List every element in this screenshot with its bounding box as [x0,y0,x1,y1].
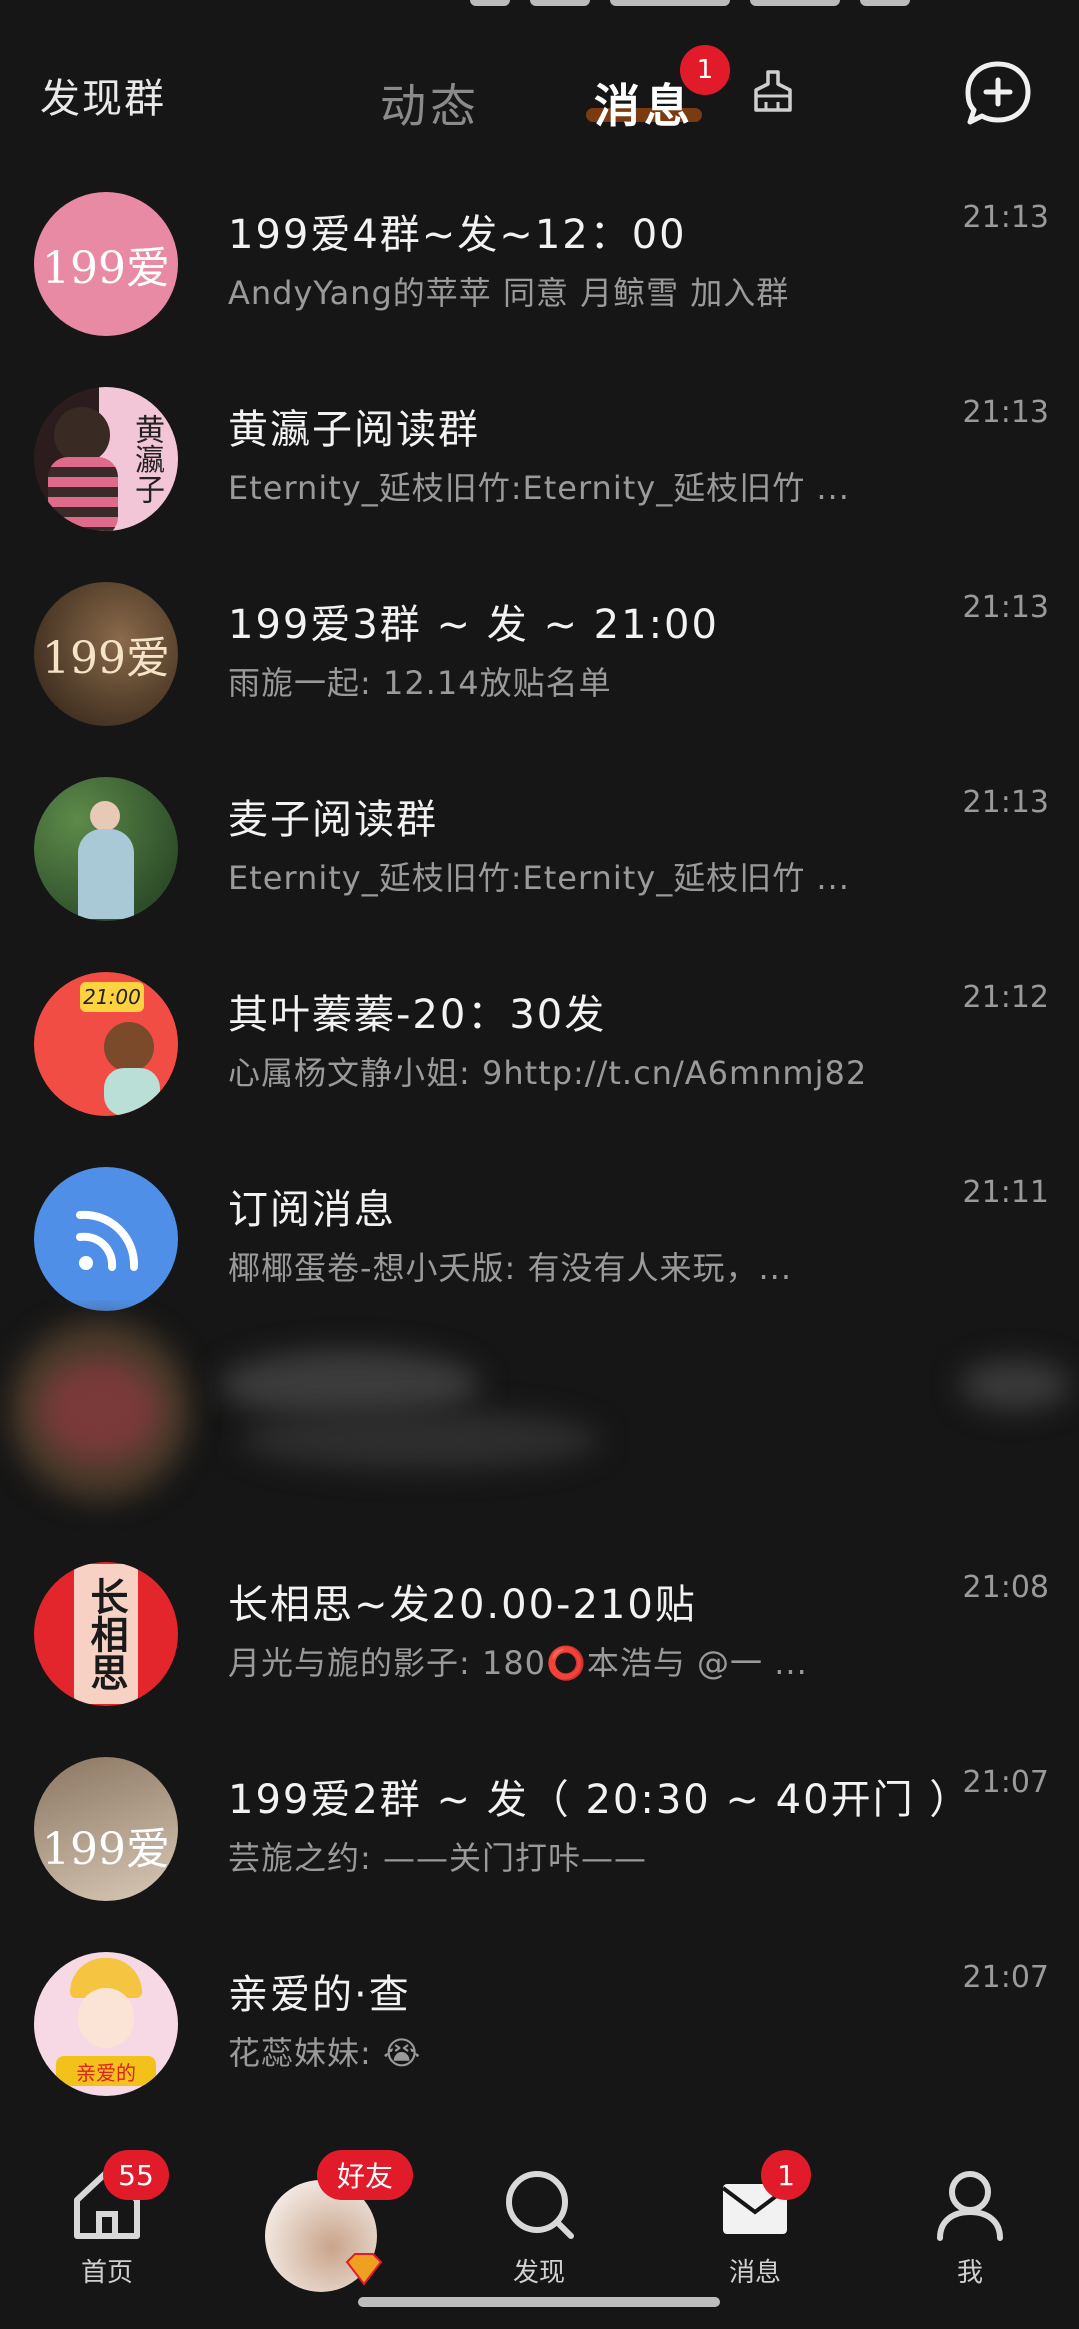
group-avatar: 199爱 [34,192,178,336]
nav-messages[interactable]: 消息 1 [695,2150,815,2290]
conversation-row[interactable]: 199爱 199爱2群 ~ 发（ 20:30 ~ 40开门 ） 芸旎之约: ——… [0,1745,1079,1937]
avatar-text: 199爱 [42,633,170,684]
conversation-row[interactable]: 亲爱的 亲爱的·查 花蕊妹妹: 😭 21:07 [0,1940,1079,2132]
conversation-title: 199爱2群 ~ 发（ 20:30 ~ 40开门 ） [228,1777,972,1823]
conversation-preview: Eternity_延枝旧竹:Eternity_延枝旧竹 ... [228,469,850,507]
conversation-row[interactable]: 长相思 长相思~发20.00-210贴 月光与旎的影子: 180⭕本浩与 @一 … [0,1550,1079,1742]
conversation-title: 199爱4群~发~12：00 [228,212,687,258]
nav-home-label: 首页 [80,2258,133,2288]
conversation-time: 21:07 [962,1765,1049,1800]
conversation-row[interactable]: 199爱 199爱3群 ~ 发 ~ 21:00 雨旎一起: 12.14放贴名单 … [0,570,1079,762]
group-avatar: 21:00 [34,972,178,1116]
tab-messages[interactable]: 消息 [594,70,694,136]
conversation-preview: 花蕊妹妹: 😭 [228,2034,422,2072]
group-avatar [34,777,178,921]
conversation-row[interactable]: 黄瀛子 黄瀛子阅读群 Eternity_延枝旧竹:Eternity_延枝旧竹 .… [0,375,1079,567]
clear-brush-icon[interactable] [750,66,796,118]
discover-group-link[interactable]: 发现群 [40,66,166,124]
avatar-text: 亲爱的 [56,2056,156,2086]
nav-me[interactable]: 我 [910,2150,1030,2290]
conversation-preview: 心属杨文静小姐: 9http://t.cn/A6mnmj82 [228,1054,868,1092]
conversation-time: 21:13 [962,590,1049,625]
nav-home[interactable]: 首页 55 [47,2150,169,2290]
conversation-preview: 月光与旎的影子: 180⭕本浩与 @一 ... [228,1644,808,1682]
diamond-icon [345,2253,383,2286]
group-avatar: 199爱 [34,582,178,726]
conversation-title: 亲爱的·查 [228,1972,411,2018]
avatar-text: 黄瀛子 [129,414,164,504]
group-avatar: 长相思 [34,1562,178,1706]
group-avatar: 黄瀛子 [34,387,178,531]
home-indicator [358,2297,720,2307]
conversation-preview: 芸旎之约: ——关门打咔—— [228,1839,647,1877]
status-bar-remnant [470,0,930,6]
avatar-text: 199爱 [42,1824,170,1875]
conversation-row[interactable]: 21:00 其叶蓁蓁-20：30发 心属杨文静小姐: 9http://t.cn/… [0,960,1079,1152]
user-icon [937,2171,1003,2241]
conversation-time: 21:08 [962,1570,1049,1605]
conversation-title: 麦子阅读群 [228,797,438,843]
conversation-time: 21:07 [962,1960,1049,1995]
messages-badge: 1 [761,2150,811,2200]
obscured-conversation-row [0,1300,1079,1530]
conversation-time: 21:13 [962,785,1049,820]
conversation-title: 长相思~发20.00-210贴 [228,1582,697,1628]
nav-discover-label: 发现 [512,2258,565,2288]
rss-icon [76,1210,139,1271]
conversation-title: 黄瀛子阅读群 [228,407,480,453]
tab-messages-badge: 1 [680,45,730,95]
avatar-text: 长相思 [74,1564,138,1704]
top-bar: 发现群 动态 消息 1 [0,0,1079,175]
avatar-text: 21:00 [80,982,144,1012]
group-avatar: 亲爱的 [34,1952,178,2096]
avatar-text: 199爱 [42,243,170,294]
nav-me-label: 我 [956,2258,983,2288]
conversation-preview: Eternity_延枝旧竹:Eternity_延枝旧竹 ... [228,859,850,897]
conversation-row[interactable]: 麦子阅读群 Eternity_延枝旧竹:Eternity_延枝旧竹 ... 21… [0,765,1079,957]
conversation-preview: AndyYang的苹苹 同意 月鲸雪 加入群 [228,274,790,312]
nav-friends[interactable]: 好友 [265,2150,415,2292]
friends-badge: 好友 [317,2150,413,2200]
conversation-time: 21:13 [962,200,1049,235]
tab-dynamic[interactable]: 动态 [380,70,480,136]
conversation-title: 订阅消息 [228,1187,396,1233]
home-badge: 55 [103,2150,169,2200]
subscription-avatar [34,1167,178,1311]
conversation-time: 21:12 [962,980,1049,1015]
conversation-time: 21:13 [962,395,1049,430]
search-icon [506,2171,574,2239]
conversation-preview: 椰椰蛋卷-想小夭版: 有没有人来玩，... [228,1249,793,1287]
conversation-preview: 雨旎一起: 12.14放贴名单 [228,664,612,702]
conversation-title: 其叶蓁蓁-20：30发 [228,992,607,1038]
nav-discover[interactable]: 发现 [479,2150,599,2290]
conversation-time: 21:11 [962,1175,1049,1210]
conversation-title: 199爱3群 ~ 发 ~ 21:00 [228,602,719,648]
nav-messages-label: 消息 [728,2258,781,2288]
conversation-row[interactable]: 199爱 199爱4群~发~12：00 AndyYang的苹苹 同意 月鲸雪 加… [0,180,1079,372]
add-chat-icon[interactable] [962,58,1034,128]
group-avatar: 199爱 [34,1757,178,1901]
